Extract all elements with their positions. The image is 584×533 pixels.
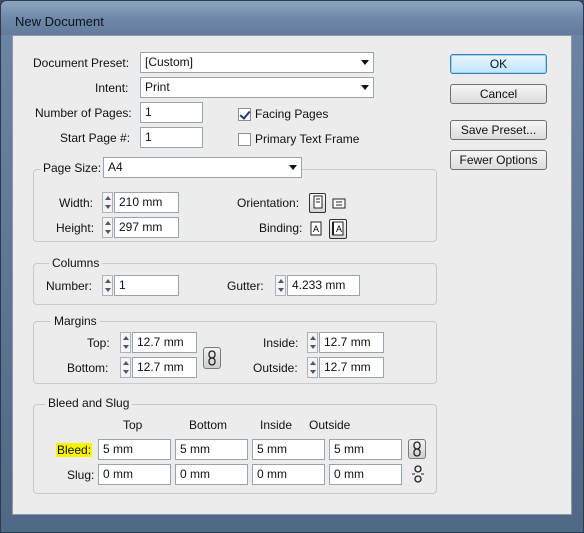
margin-bottom-stepper[interactable]: [120, 357, 131, 378]
margin-outside-input[interactable]: 12.7 mm: [319, 357, 384, 378]
chain-link-icon[interactable]: [203, 347, 221, 369]
slug-top-input[interactable]: 0 mm: [98, 464, 171, 485]
svg-text:A: A: [336, 224, 342, 234]
bleed-outside-input[interactable]: 5 mm: [329, 439, 402, 460]
bleed-chain-link-icon[interactable]: [408, 439, 426, 459]
margin-inside-input[interactable]: 12.7 mm: [319, 332, 384, 353]
save-preset-button[interactable]: Save Preset...: [450, 120, 547, 140]
margin-top-input[interactable]: 12.7 mm: [132, 332, 197, 353]
columns-number-stepper[interactable]: [102, 275, 113, 296]
binding-label: Binding:: [259, 221, 303, 235]
broken-chain-link-icon[interactable]: [410, 465, 426, 483]
chevron-down-icon: [361, 85, 369, 90]
start-page-label: Start Page #:: [60, 131, 131, 145]
document-preset-value: [Custom]: [145, 55, 194, 69]
margin-outside-label: Outside:: [253, 361, 298, 375]
facing-pages-checkbox[interactable]: [238, 108, 251, 121]
document-preset-label: Document Preset:: [33, 56, 130, 70]
height-stepper[interactable]: [102, 217, 113, 238]
margin-bottom-label: Bottom:: [67, 361, 109, 375]
gutter-label: Gutter:: [227, 279, 264, 293]
cancel-button[interactable]: Cancel: [450, 84, 547, 104]
orientation-label: Orientation:: [237, 196, 300, 210]
left-to-right-binding-icon[interactable]: A: [309, 220, 323, 237]
columns-number-input[interactable]: 1: [114, 275, 179, 296]
intent-select[interactable]: Print: [140, 77, 374, 98]
slug-inside-input[interactable]: 0 mm: [252, 464, 325, 485]
facing-pages-label: Facing Pages: [255, 107, 329, 121]
dialog-body: Document Preset: [Custom] Intent: Print …: [12, 35, 572, 515]
chevron-down-icon: [361, 60, 369, 65]
slug-label: Slug:: [67, 468, 95, 482]
primary-text-frame-label: Primary Text Frame: [255, 132, 360, 146]
bleed-inside-input[interactable]: 5 mm: [252, 439, 325, 460]
columns-number-label: Number:: [46, 279, 93, 293]
height-label: Height:: [56, 221, 95, 235]
margin-inside-label: Inside:: [263, 336, 299, 350]
page-size-select[interactable]: A4: [103, 157, 302, 178]
intent-value: Print: [145, 80, 170, 94]
slug-bottom-input[interactable]: 0 mm: [175, 464, 248, 485]
svg-text:A: A: [313, 224, 319, 234]
chevron-down-icon: [289, 165, 297, 170]
fewer-options-button[interactable]: Fewer Options: [450, 150, 547, 170]
margins-title: Margins: [51, 314, 100, 328]
bleed-slug-title: Bleed and Slug: [45, 396, 133, 410]
bleed-bottom-input[interactable]: 5 mm: [175, 439, 248, 460]
width-stepper[interactable]: [102, 192, 113, 213]
new-document-dialog: New Document Document Preset: [Custom] I…: [0, 0, 584, 533]
height-input[interactable]: 297 mm: [114, 217, 179, 238]
margin-top-stepper[interactable]: [120, 332, 131, 353]
slug-outside-input[interactable]: 0 mm: [329, 464, 402, 485]
page-size-value: A4: [108, 160, 123, 174]
bleed-header-inside: Inside: [260, 418, 293, 432]
dialog-title: New Document: [15, 14, 104, 29]
bleed-label: Bleed:: [56, 443, 93, 457]
bleed-header-outside: Outside: [309, 418, 351, 432]
number-of-pages-input[interactable]: 1: [140, 102, 203, 123]
margin-bottom-input[interactable]: 12.7 mm: [132, 357, 197, 378]
document-preset-select[interactable]: [Custom]: [140, 52, 374, 73]
landscape-orientation-icon[interactable]: [331, 196, 348, 212]
gutter-input[interactable]: 4.233 mm: [287, 275, 360, 296]
bleed-top-input[interactable]: 5 mm: [98, 439, 171, 460]
margin-inside-stepper[interactable]: [307, 332, 318, 353]
title-bar[interactable]: New Document: [1, 1, 583, 35]
ok-button[interactable]: OK: [450, 54, 547, 74]
gutter-stepper[interactable]: [275, 275, 286, 296]
margin-outside-stepper[interactable]: [307, 357, 318, 378]
bleed-header-top: Top: [123, 418, 143, 432]
bleed-header-bottom: Bottom: [189, 418, 228, 432]
number-of-pages-label: Number of Pages:: [35, 106, 132, 120]
width-input[interactable]: 210 mm: [114, 192, 179, 213]
intent-label: Intent:: [95, 81, 129, 95]
primary-text-frame-checkbox[interactable]: [238, 133, 251, 146]
margin-top-label: Top:: [87, 336, 110, 350]
right-to-left-binding-icon[interactable]: A: [329, 219, 347, 239]
portrait-orientation-icon[interactable]: [309, 193, 326, 213]
start-page-input[interactable]: 1: [140, 127, 203, 148]
page-size-label: Page Size:: [41, 161, 104, 175]
columns-title: Columns: [49, 256, 103, 270]
width-label: Width:: [59, 196, 94, 210]
